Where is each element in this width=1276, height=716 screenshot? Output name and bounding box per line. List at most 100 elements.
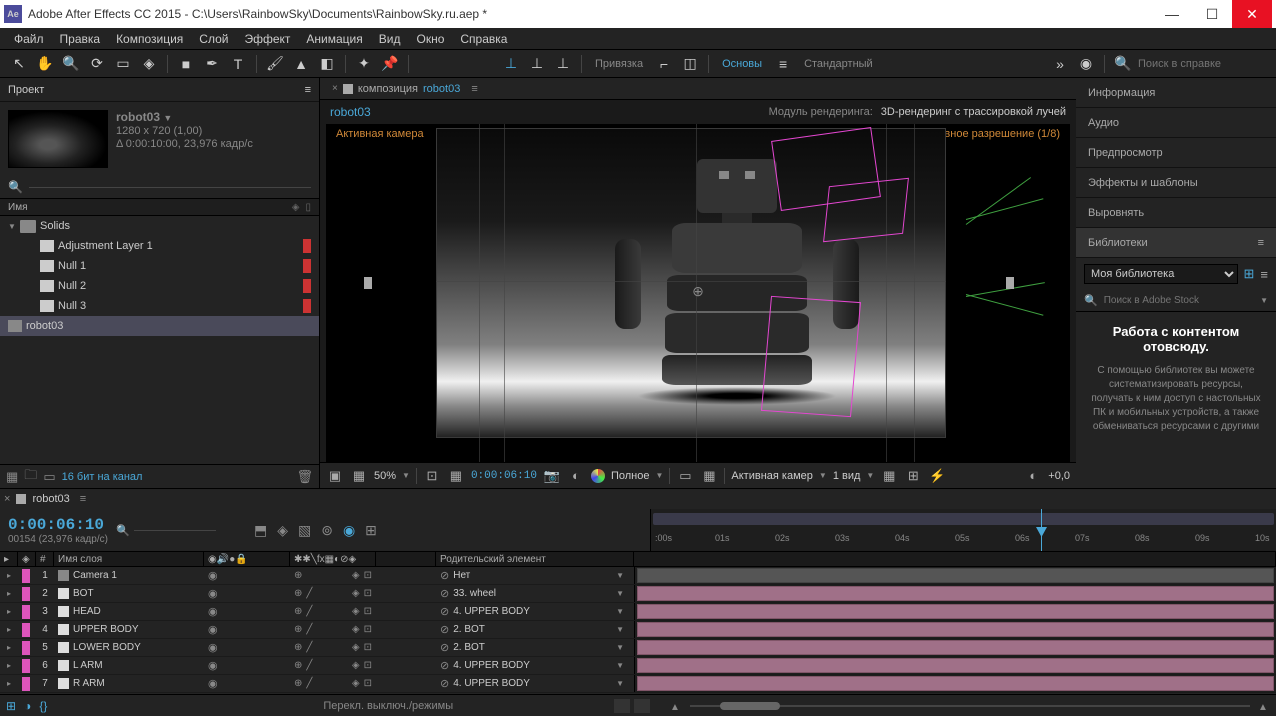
region-icon[interactable]: ⊡ — [423, 468, 441, 484]
minimize-button[interactable]: — — [1152, 0, 1192, 28]
menu-animation[interactable]: Анимация — [298, 29, 370, 49]
type-column-icon[interactable]: ▯ — [305, 202, 311, 213]
overflow-icon[interactable]: » — [1049, 53, 1071, 75]
view-value[interactable]: 1 вид — [833, 470, 861, 482]
menu-effect[interactable]: Эффект — [236, 29, 298, 49]
library-dropdown[interactable]: Моя библиотека — [1084, 264, 1238, 284]
anchor-point-icon[interactable]: ⊕ — [690, 283, 706, 299]
menu-composition[interactable]: Композиция — [108, 29, 191, 49]
snap-toggle-icon[interactable]: ⌐ — [653, 53, 675, 75]
handle[interactable] — [364, 277, 372, 289]
dropdown-icon[interactable]: ▼ — [655, 471, 663, 480]
rotate-tool[interactable]: ⟳ — [86, 53, 108, 75]
fast-preview-icon[interactable]: ⚡ — [928, 468, 946, 484]
comp-subtab[interactable]: robot03 — [330, 105, 371, 119]
menu-layer[interactable]: Слой — [191, 29, 236, 49]
sync-icon[interactable]: ◉ — [1075, 53, 1097, 75]
comp-tab[interactable]: × композиция robot03 ≡ — [324, 83, 486, 95]
label-column-icon[interactable]: ◈ — [292, 202, 300, 213]
toggle-button[interactable] — [634, 699, 650, 713]
menu-help[interactable]: Справка — [452, 29, 515, 49]
project-item[interactable]: Null 3 — [0, 296, 319, 316]
dropdown-icon[interactable]: ▼ — [1260, 296, 1268, 305]
snapshot-icon[interactable]: 📷 — [543, 468, 561, 484]
bit-depth[interactable]: 16 бит на канал — [62, 471, 143, 483]
toggle-modes-icon[interactable]: ◑ — [24, 699, 31, 713]
clone-tool[interactable]: ▲ — [290, 53, 312, 75]
interpret-icon[interactable]: ▦ — [6, 469, 18, 485]
camera-tool[interactable]: ▭ — [112, 53, 134, 75]
zoom-thumb[interactable] — [720, 702, 780, 710]
puppet-tool[interactable]: 📌 — [379, 53, 401, 75]
camera-value[interactable]: Активная камер — [731, 470, 812, 482]
transparency-grid-icon[interactable]: ▦ — [350, 468, 368, 484]
timeline-layer-row[interactable]: ▸1Camera 1◉⊕◈⊡⊘Нет▼ — [0, 567, 1276, 585]
brainstorm-icon[interactable]: ⊞ — [365, 522, 377, 539]
grid-view-icon[interactable]: ⊞ — [1244, 266, 1255, 282]
zoom-value[interactable]: 50% — [374, 470, 396, 482]
panel-libraries-header[interactable]: Библиотеки ≡ — [1076, 228, 1276, 258]
render-module-value[interactable]: 3D-рендеринг с трассировкой лучей — [881, 106, 1066, 118]
guides-icon[interactable]: ▦ — [447, 468, 465, 484]
exposure-icon[interactable]: ◐ — [1024, 468, 1042, 483]
timeline-tab-name[interactable]: robot03 — [32, 493, 69, 505]
timeline-tab-close-icon[interactable]: × — [4, 493, 10, 505]
timeline-current-time[interactable]: 0:00:06:10 — [8, 516, 108, 534]
toggle-switches-label[interactable]: Перекл. выключ./режимы — [323, 700, 453, 712]
new-comp-icon[interactable]: ▭ — [43, 469, 55, 485]
toggle-in-out-icon[interactable]: {} — [39, 699, 47, 713]
menu-view[interactable]: Вид — [371, 29, 409, 49]
pixel-aspect-icon[interactable]: ⊞ — [904, 468, 922, 484]
menu-window[interactable]: Окно — [408, 29, 452, 49]
dropdown-icon[interactable]: ▼ — [819, 471, 827, 480]
roi-icon[interactable]: ▭ — [676, 468, 694, 484]
timeline-layer-row[interactable]: ▸5LOWER BODY◉⊕╱◈⊡⊘2. BOT▼ — [0, 639, 1276, 657]
dropdown-icon[interactable]: ▼ — [163, 113, 172, 123]
rect-tool[interactable]: ■ — [175, 53, 197, 75]
menu-file[interactable]: Файл — [6, 29, 52, 49]
dropdown-icon[interactable]: ▼ — [402, 471, 410, 480]
channel-icon[interactable] — [591, 469, 605, 483]
zoom-in-icon[interactable]: ▲ — [1258, 702, 1270, 710]
comp-mini-flowchart-icon[interactable]: ⬒ — [254, 522, 267, 539]
axis-local-icon[interactable]: ⊥ — [500, 53, 522, 75]
draft-3d-icon[interactable]: ◈ — [277, 522, 288, 539]
workspace-label[interactable]: Основы — [716, 58, 768, 70]
brush-tool[interactable]: 🖌 — [264, 53, 286, 75]
view-option-icon[interactable]: ▦ — [880, 468, 898, 484]
axis-view-icon[interactable]: ⊥ — [552, 53, 574, 75]
timeline-layer-row[interactable]: ▸6L ARM◉⊕╱◈⊡⊘4. UPPER BODY▼ — [0, 657, 1276, 675]
work-area[interactable] — [653, 513, 1274, 525]
timeline-layer-row[interactable]: ▸3HEAD◉⊕╱◈⊡⊘4. UPPER BODY▼ — [0, 603, 1276, 621]
list-view-icon[interactable]: ≡ — [1260, 267, 1268, 282]
axis-world-icon[interactable]: ⊥ — [526, 53, 548, 75]
layout-label[interactable]: Стандартный — [798, 58, 879, 70]
exposure-value[interactable]: +0,0 — [1048, 470, 1070, 482]
always-preview-icon[interactable]: ▣ — [326, 468, 344, 484]
close-button[interactable]: ✕ — [1232, 0, 1272, 28]
project-item[interactable]: Null 2 — [0, 276, 319, 296]
toggle-switches-icon[interactable]: ⊞ — [6, 699, 16, 713]
stock-search-input[interactable] — [1104, 295, 1254, 306]
panel-preview[interactable]: Предпросмотр — [1076, 138, 1276, 168]
timeline-ruler[interactable]: :00s01s02s03s04s05s06s07s08s09s10s — [650, 509, 1276, 551]
text-tool[interactable]: T — [227, 53, 249, 75]
project-item[interactable]: ▼Solids — [0, 216, 319, 236]
zoom-tool[interactable]: 🔍 — [60, 53, 82, 75]
resolution-value[interactable]: Полное — [611, 470, 650, 482]
show-snapshot-icon[interactable]: ◐ — [567, 468, 585, 483]
handle[interactable] — [1006, 277, 1014, 289]
snap-box-icon[interactable]: ◫ — [679, 53, 701, 75]
frame-blend-icon[interactable]: ▧ — [298, 522, 311, 539]
panel-audio[interactable]: Аудио — [1076, 108, 1276, 138]
graph-editor-icon[interactable]: ◉ — [343, 522, 355, 539]
project-item[interactable]: robot03 — [0, 316, 319, 336]
panel-info[interactable]: Информация — [1076, 78, 1276, 108]
composition-viewer[interactable]: Активная камера Адаптивное разрешение (1… — [326, 124, 1070, 462]
project-item[interactable]: Null 1 — [0, 256, 319, 276]
pen-tool[interactable]: ✒ — [201, 53, 223, 75]
eraser-tool[interactable]: ◧ — [316, 53, 338, 75]
toggle-button[interactable] — [614, 699, 630, 713]
tab-close-icon[interactable]: × — [332, 83, 338, 94]
timeline-layer-row[interactable]: ▸7R ARM◉⊕╱◈⊡⊘4. UPPER BODY▼ — [0, 675, 1276, 693]
